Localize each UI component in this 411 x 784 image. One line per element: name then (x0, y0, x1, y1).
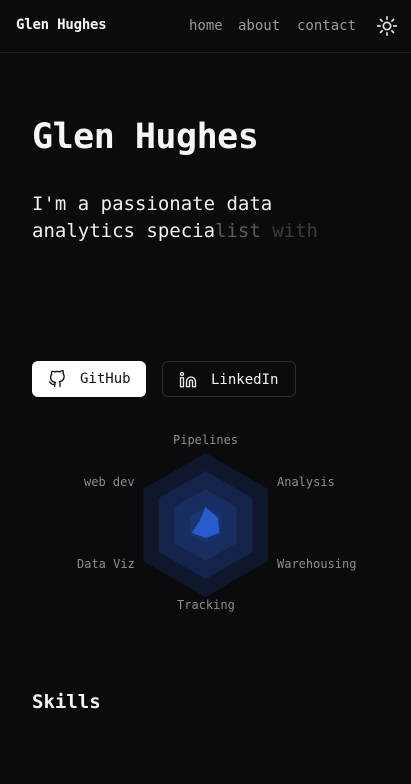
intro-line-2-faded: with (260, 220, 318, 242)
intro-line-2-fading: list (215, 220, 261, 242)
linkedin-icon (179, 371, 197, 388)
theme-toggle-button[interactable] (376, 15, 398, 37)
brand-name[interactable]: Glen Hughes (16, 17, 107, 33)
radar-label-pipelines: Pipelines (173, 433, 239, 447)
nav-link-home[interactable]: home (189, 18, 223, 34)
hero-intro-text: I'm a passionate data analytics speciali… (32, 191, 372, 245)
top-nav-bar: Glen Hughes home about contact (0, 0, 411, 53)
linkedin-button[interactable]: LinkedIn (162, 361, 296, 397)
linkedin-button-label: LinkedIn (211, 372, 279, 388)
sun-icon (377, 16, 397, 36)
radar-label-tracking: Tracking (177, 598, 235, 612)
github-icon (48, 370, 65, 388)
skills-section-heading: Skills (32, 691, 101, 713)
skills-radar-chart: Pipelines Analysis Warehousing Tracking … (0, 420, 411, 620)
page: Glen Hughes home about contact Glen Hugh… (0, 0, 411, 784)
radar-label-analysis: Analysis (277, 475, 335, 489)
radar-label-data-viz: Data Viz (77, 557, 135, 571)
intro-line-1: I'm a passionate data (32, 193, 273, 215)
github-button-label: GitHub (80, 371, 131, 387)
radar-label-warehousing: Warehousing (277, 557, 357, 571)
intro-line-2: analytics specia (32, 220, 216, 242)
github-button[interactable]: GitHub (32, 361, 146, 397)
radar-label-web-dev: web dev (84, 475, 135, 489)
nav-link-about[interactable]: about (238, 18, 280, 34)
hero-title: Glen Hughes (32, 117, 259, 157)
nav-link-contact[interactable]: contact (297, 18, 356, 34)
radar-svg (143, 453, 268, 597)
